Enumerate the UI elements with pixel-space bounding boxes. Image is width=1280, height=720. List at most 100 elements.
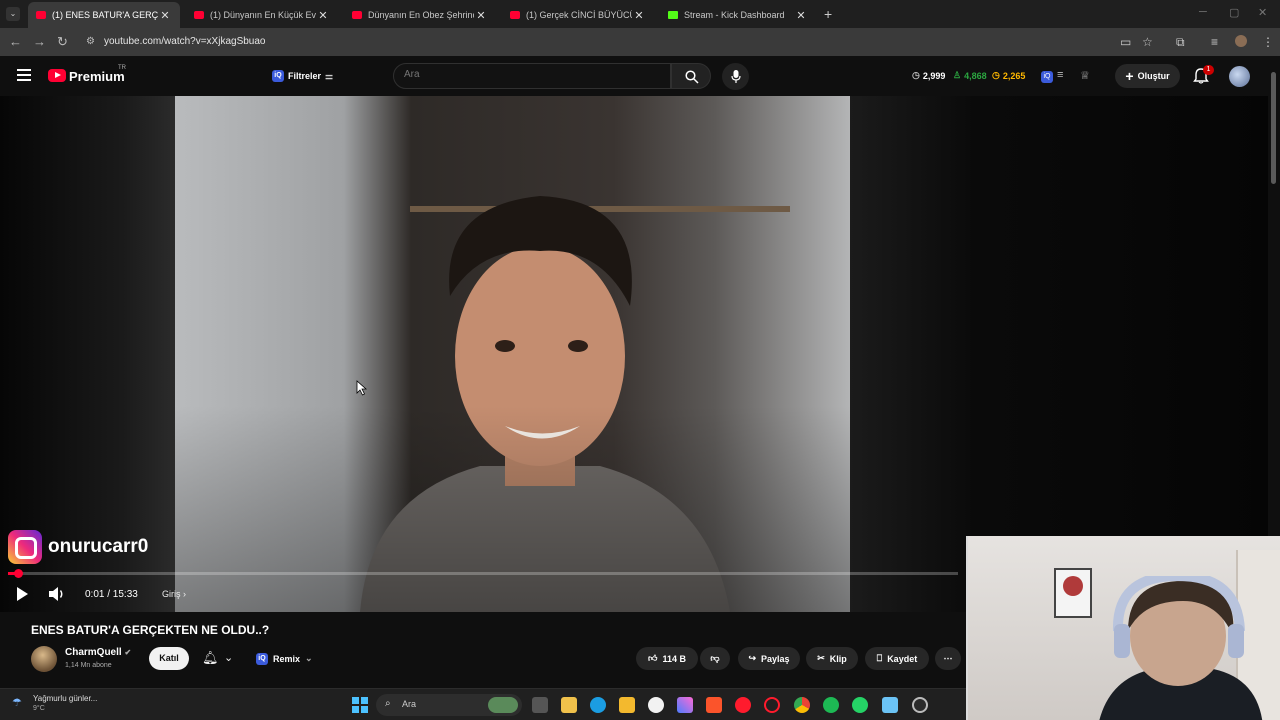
- video-right-letterbox: [850, 96, 1268, 612]
- weather-temperature: 9°C: [33, 705, 45, 712]
- share-arrow-icon: ↪: [748, 653, 756, 663]
- rain-cloud-icon: ☂: [12, 697, 22, 709]
- trophy-icon[interactable]: ♕: [1080, 69, 1090, 82]
- close-tab-icon[interactable]: ✕: [158, 9, 172, 22]
- bookmark-star-icon[interactable]: ☆: [1142, 35, 1153, 49]
- new-tab-icon[interactable]: +: [824, 6, 832, 22]
- more-actions-button[interactable]: ⋯: [935, 647, 961, 670]
- clip-button[interactable]: ✂ Klip: [806, 647, 858, 670]
- sliders-icon: ⚌: [325, 70, 334, 81]
- remix-label: Remix: [273, 653, 301, 664]
- browser-tab-5[interactable]: Stream - Kick Dashboard ✕: [660, 2, 816, 28]
- poster-emblem: [1063, 576, 1083, 596]
- progress-bar[interactable]: [8, 569, 958, 578]
- cast-icon[interactable]: ▭: [1120, 35, 1131, 49]
- kick-favicon-icon: [668, 11, 678, 19]
- close-tab-icon[interactable]: ✕: [316, 9, 330, 22]
- voice-search-button[interactable]: [722, 63, 749, 90]
- video-title: ENES BATUR'A GERÇEKTEN NE OLDU..?: [31, 623, 270, 637]
- create-label: Oluştur: [1137, 71, 1170, 81]
- hamburger-menu-icon[interactable]: [17, 69, 31, 81]
- whatsapp-icon[interactable]: [852, 697, 868, 713]
- page-scrollbar[interactable]: [1268, 56, 1280, 536]
- reload-icon[interactable]: ↻: [57, 34, 68, 50]
- channel-name[interactable]: CharmQuell ✔: [65, 647, 131, 658]
- browser-tab-2[interactable]: (1) Dünyanın En Küçük Evleri: 1 ✕: [186, 2, 338, 28]
- chrome-icon[interactable]: [794, 697, 810, 713]
- browser-tab-4[interactable]: (1) Gerçek CİNCİ BÜYÜCÜ ÜLFE ✕: [502, 2, 654, 28]
- volume-icon[interactable]: [48, 586, 66, 602]
- play-icon[interactable]: [14, 586, 30, 602]
- profile-avatar-icon[interactable]: [1235, 35, 1247, 47]
- maximize-icon[interactable]: ▢: [1229, 6, 1239, 19]
- opera-icon[interactable]: [735, 697, 751, 713]
- channel-avatar[interactable]: [31, 646, 57, 672]
- filters-button[interactable]: iQ Filtreler ⚌: [268, 65, 338, 87]
- timer-icon: ◷: [992, 70, 1000, 80]
- windows-start-icon[interactable]: [352, 697, 368, 713]
- notepad-icon[interactable]: [882, 697, 898, 713]
- browser-tab-3[interactable]: Dünyanın En Obez Şehrinde 24 ✕: [344, 2, 496, 28]
- search-icon: [685, 70, 699, 84]
- store-icon[interactable]: [619, 697, 635, 713]
- task-view-icon[interactable]: [532, 697, 548, 713]
- edge-browser-icon[interactable]: [590, 697, 606, 713]
- media-controls-icon[interactable]: ≡: [1211, 35, 1218, 49]
- youtube-favicon-icon: [510, 11, 520, 19]
- youtube-favicon-icon: [194, 11, 204, 19]
- likes-stat-value: 4,868: [964, 70, 987, 81]
- obs-icon[interactable]: [912, 697, 928, 713]
- taskbar-search[interactable]: ⌕ Ara: [376, 694, 522, 716]
- save-button[interactable]: ⎕ Kaydet: [865, 647, 929, 670]
- extensions-icon[interactable]: ⧉: [1176, 35, 1185, 50]
- close-window-icon[interactable]: ✕: [1258, 6, 1267, 19]
- time-stat-value: 2,265: [1002, 70, 1026, 81]
- notification-count-badge: 1: [1203, 65, 1214, 75]
- close-tab-icon[interactable]: ✕: [632, 9, 646, 22]
- back-icon[interactable]: ←: [9, 34, 22, 49]
- browser-tab-1[interactable]: (1) ENES BATUR'A GERÇEKTEN NE ✕: [28, 2, 180, 28]
- youtube-premium-label[interactable]: Premium: [69, 69, 125, 84]
- create-button[interactable]: + Oluştur: [1115, 64, 1180, 88]
- youtube-favicon-icon: [36, 11, 46, 19]
- progress-scrubber-handle[interactable]: [14, 569, 23, 578]
- extension-iq-icon[interactable]: iQ: [1041, 71, 1053, 83]
- dislike-button[interactable]: 👎︎: [700, 647, 730, 670]
- mouse-cursor-icon: [356, 380, 368, 396]
- minimize-icon[interactable]: ─: [1199, 6, 1207, 18]
- like-button[interactable]: 👍︎ 114 B: [636, 647, 698, 670]
- site-info-icon[interactable]: ⚙: [86, 36, 95, 47]
- forward-icon[interactable]: →: [33, 34, 46, 49]
- youtube-logo-icon[interactable]: [48, 69, 66, 82]
- filters-label: Filtreler: [288, 71, 322, 81]
- bookmark-icon: ⎕: [876, 653, 883, 663]
- tab-list-dropdown-icon[interactable]: ⌄: [6, 7, 20, 21]
- remix-button[interactable]: iQ Remix ⌄: [250, 647, 322, 670]
- subscription-bell-button[interactable]: 🔔︎ ⌄: [196, 647, 244, 670]
- scissors-icon: ✂: [817, 653, 825, 663]
- account-avatar[interactable]: [1229, 66, 1250, 87]
- save-label: Kaydet: [887, 653, 918, 664]
- app-launcher-icon[interactable]: [677, 697, 693, 713]
- share-button[interactable]: ↪ Paylaş: [738, 647, 800, 670]
- search-box: [393, 63, 671, 89]
- search-input[interactable]: [404, 69, 644, 80]
- url-field[interactable]: youtube.com/watch?v=xXjkagSbuao: [104, 36, 266, 47]
- webcam-overlay: [966, 536, 1280, 720]
- scrollbar-thumb[interactable]: [1271, 72, 1276, 184]
- chapter-button[interactable]: Giriş ›: [162, 589, 186, 599]
- join-button[interactable]: Katıl: [149, 647, 189, 670]
- close-tab-icon[interactable]: ✕: [474, 9, 488, 22]
- spotify-icon[interactable]: [823, 697, 839, 713]
- opera-gx-icon[interactable]: [764, 697, 780, 713]
- yandex-icon[interactable]: [648, 697, 664, 713]
- browser-menu-icon[interactable]: ⋮: [1262, 35, 1274, 49]
- video-player[interactable]: onurucarr0 0:01 / 15:33 Giriş ›: [0, 96, 1268, 612]
- brave-browser-icon[interactable]: [706, 697, 722, 713]
- bell-icon: 🔔︎: [202, 650, 219, 665]
- close-tab-icon[interactable]: ✕: [794, 9, 808, 22]
- search-button[interactable]: [671, 63, 711, 89]
- queue-list-icon[interactable]: ≡: [1057, 69, 1063, 81]
- file-explorer-icon[interactable]: [561, 697, 577, 713]
- time-stat: ◷ 2,265: [992, 70, 1025, 81]
